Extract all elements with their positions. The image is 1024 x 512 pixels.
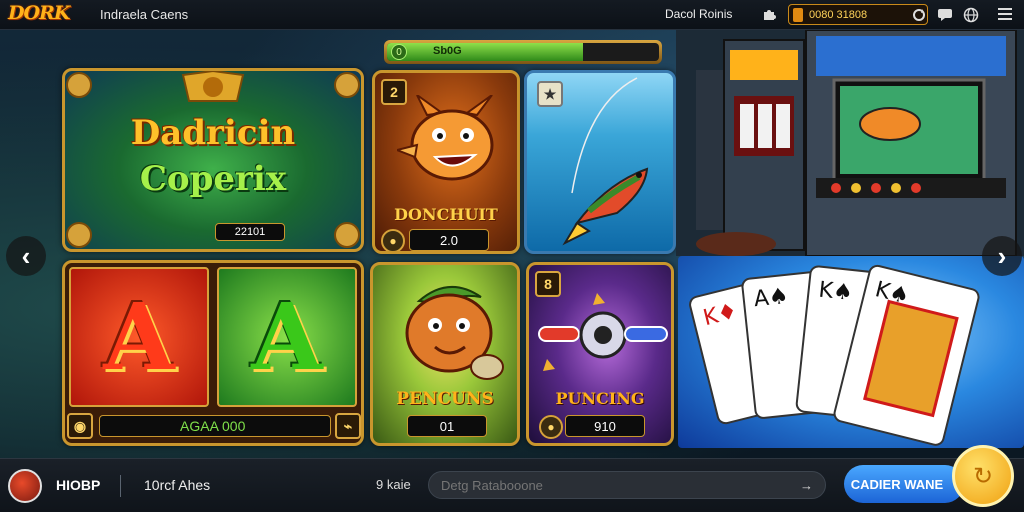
- balance-value: 0080 31808: [809, 8, 868, 21]
- username: HIOBP: [56, 477, 101, 493]
- fish-icon: [562, 77, 649, 246]
- letter-tile-red: A: [69, 267, 209, 407]
- game-card-featured[interactable]: Dadricin Coperix 22101: [62, 68, 364, 252]
- wand-icon: ⌁: [335, 413, 361, 439]
- refresh-icon[interactable]: [910, 6, 928, 24]
- game-value: 01: [407, 415, 487, 437]
- header-link[interactable]: Dacol Roinis: [665, 7, 732, 21]
- svg-text:A♠: A♠: [753, 284, 790, 312]
- search-bar[interactable]: →: [428, 471, 826, 499]
- poker-cards-panel[interactable]: K♦ A♠ K♠ K♠: [678, 256, 1024, 448]
- app-root: DORK Indraela Caens Dacol Roinis 0080 31…: [0, 0, 1024, 512]
- search-input[interactable]: [441, 477, 800, 493]
- letter-left: A: [103, 283, 175, 391]
- game-value: 2.0: [409, 229, 489, 251]
- chat-icon[interactable]: [936, 6, 954, 24]
- progress-fill: [387, 43, 583, 61]
- globe-icon[interactable]: [962, 6, 980, 24]
- game-value: 910: [565, 415, 645, 437]
- bottom-bar: HIOBP 10rcf Ahes 9 kaie → CADIER WANE ↻: [0, 445, 1024, 512]
- coin-icon: [793, 7, 803, 22]
- fox-icon: [397, 95, 494, 181]
- carousel-prev-button[interactable]: ‹: [6, 236, 46, 276]
- top-bar: DORK Indraela Caens Dacol Roinis 0080 31…: [0, 0, 1024, 30]
- balance-display[interactable]: 0080 31808: [788, 4, 928, 25]
- coin-icon: ●: [539, 415, 563, 439]
- divider: [120, 475, 121, 497]
- game-card-donchuit[interactable]: 2 DONCHUIT ● 2.0: [372, 70, 520, 254]
- puzzle-icon[interactable]: [760, 6, 778, 24]
- level-progress-bar: 0 Sb0G: [384, 40, 662, 64]
- cta-button[interactable]: CADIER WANE: [844, 465, 964, 503]
- game-value: AGAA 000: [99, 415, 331, 437]
- game-title-line2: Coperix: [139, 159, 287, 199]
- game-title: DONCHUIT: [394, 205, 498, 224]
- game-title: PUNCING: [555, 389, 645, 408]
- refresh-fab-button[interactable]: ↻: [952, 445, 1014, 507]
- game-card-puncing[interactable]: 8 PUNCING ● 910: [526, 262, 674, 446]
- game-card-pencuns[interactable]: PENCUNS 01: [370, 262, 520, 446]
- level-icon: 0: [391, 44, 407, 60]
- game-title: PENCUNS: [396, 389, 494, 409]
- footer-link[interactable]: 10rcf Ahes: [144, 477, 210, 493]
- rocket-icon: [538, 293, 668, 371]
- count-label: 9 kaie: [376, 477, 411, 492]
- coin-icon: ●: [381, 229, 405, 251]
- app-logo[interactable]: DORK: [8, 2, 70, 24]
- game-value: 22101: [215, 223, 285, 241]
- svg-text:K♠: K♠: [817, 278, 854, 306]
- menu-icon[interactable]: [998, 8, 1012, 20]
- progress-label: Sb0G: [433, 45, 462, 57]
- progress-track: 0 Sb0G: [387, 43, 659, 61]
- app-title: Indraela Caens: [100, 7, 189, 22]
- letter-right: A: [251, 283, 323, 391]
- arcade-machines-image: [676, 30, 1024, 256]
- creature-icon: [405, 285, 504, 380]
- avatar[interactable]: [8, 469, 42, 503]
- game-card-letters[interactable]: A A ◉ AGAA 000 ⌁: [62, 260, 364, 446]
- carousel-next-button[interactable]: ›: [982, 236, 1022, 276]
- coin-icon: ◉: [67, 413, 93, 439]
- game-title-line1: Dadricin: [130, 113, 296, 153]
- letter-tile-green: A: [217, 267, 357, 407]
- playing-cards-icon: K♦ A♠ K♠ K♠: [689, 264, 980, 446]
- arrow-right-icon[interactable]: →: [800, 478, 813, 493]
- game-card-fishing[interactable]: ★: [524, 70, 676, 254]
